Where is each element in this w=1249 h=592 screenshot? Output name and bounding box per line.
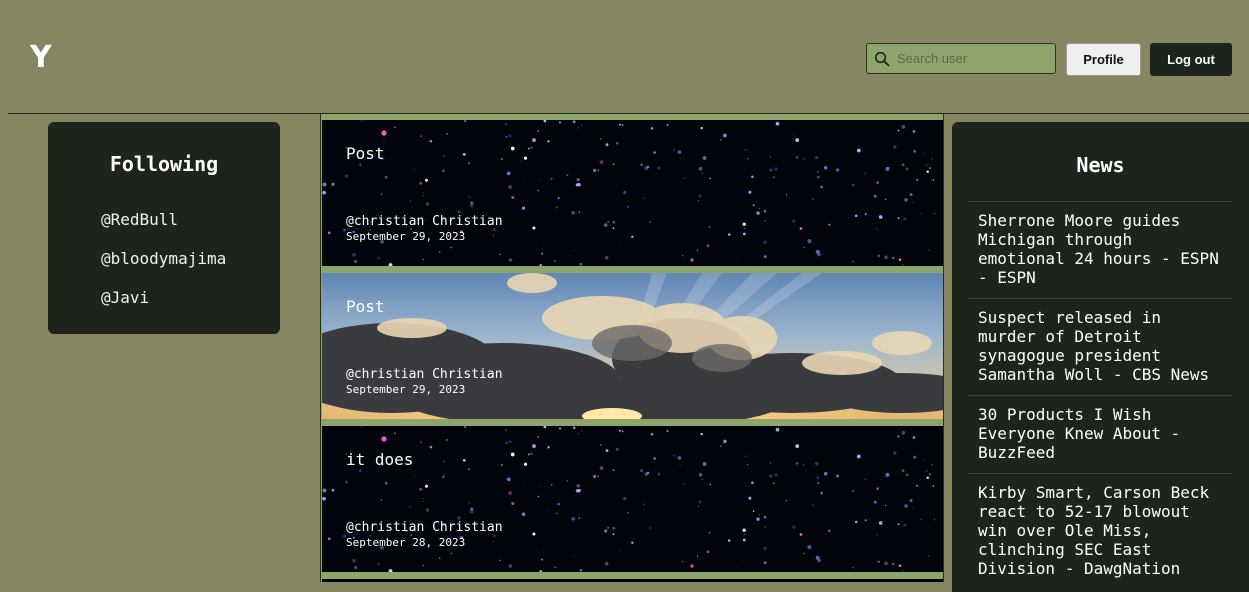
post-date: September 29, 2023	[346, 230, 466, 243]
post-card[interactable]: it does @christian Christian September 2…	[322, 426, 943, 572]
search-user-input[interactable]	[897, 44, 1047, 73]
post-author[interactable]: @christian Christian	[346, 214, 503, 229]
following-panel: Following @RedBull @bloodymajima @Javi	[48, 122, 280, 334]
starfield-background-image	[322, 120, 943, 266]
following-user-link[interactable]: @bloodymajima	[101, 249, 226, 268]
starfield-background-image	[322, 426, 943, 572]
post-card[interactable]: Post @christian Christian September 29, …	[322, 120, 943, 266]
following-title: Following	[109, 152, 219, 176]
post-author[interactable]: @christian Christian	[346, 367, 503, 382]
news-article-link[interactable]: Suspect released in murder of Detroit sy…	[968, 298, 1232, 384]
following-user-link[interactable]: @Javi	[101, 288, 149, 307]
news-article-link[interactable]: 30 Products I Wish Everyone Knew About -…	[968, 395, 1232, 462]
post-date: September 29, 2023	[346, 383, 466, 396]
search-box[interactable]	[866, 43, 1056, 74]
post-title: Post	[346, 297, 385, 316]
news-article-link[interactable]: Sherrone Moore guides Michigan through e…	[968, 201, 1232, 287]
news-article-link[interactable]: Kirby Smart, Carson Beck react to 52-17 …	[968, 473, 1232, 578]
news-panel: News Sherrone Moore guides Michigan thro…	[952, 122, 1249, 592]
sunset-clouds-background-image	[322, 273, 943, 419]
search-icon	[874, 51, 890, 67]
post-author[interactable]: @christian Christian	[346, 520, 503, 535]
post-title: Post	[346, 144, 385, 163]
post-title: it does	[346, 450, 414, 469]
post-card[interactable]: Post @christian Christian September 29, …	[322, 273, 943, 419]
logout-button[interactable]: Log out	[1150, 43, 1232, 76]
post-feed[interactable]: Post @christian Christian September 29, …	[320, 114, 944, 582]
news-title: News	[1076, 153, 1125, 177]
app-logo[interactable]: Y	[30, 40, 52, 75]
following-user-link[interactable]: @RedBull	[101, 210, 178, 229]
post-date: September 28, 2023	[346, 536, 466, 549]
profile-button[interactable]: Profile	[1066, 43, 1141, 76]
